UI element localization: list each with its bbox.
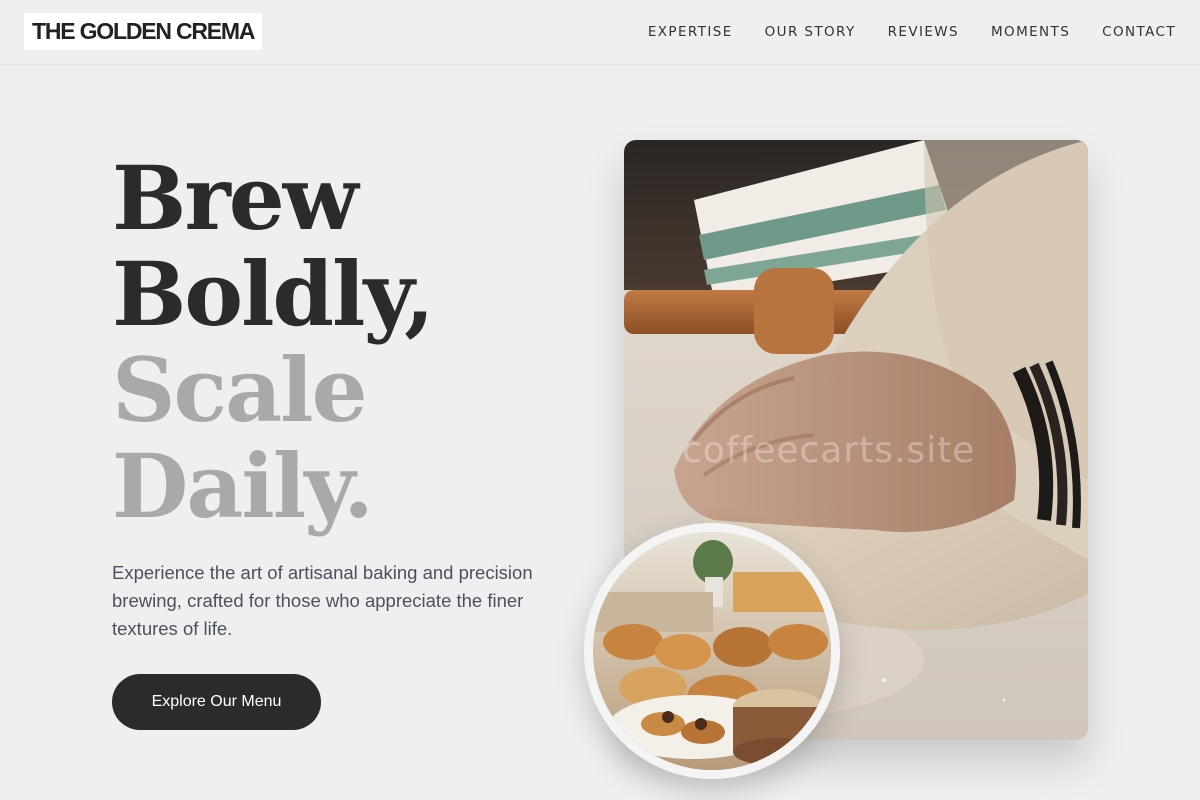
explore-menu-button[interactable]: Explore Our Menu [112,674,321,730]
main-nav: EXPERTISE OUR STORY REVIEWS MOMENTS CONT… [648,22,1176,42]
brand-logo[interactable]: THE GOLDEN CREMA [24,13,263,50]
pastry-display-photo [584,523,840,779]
nav-item-moments[interactable]: MOMENTS [991,22,1070,42]
watermark: coffeecarts.site [682,430,976,471]
hero-headline: Brew Boldly, Scale Daily. [112,146,435,538]
headline-line-scale: Scale [112,338,368,442]
nav-item-expertise[interactable]: EXPERTISE [648,22,733,42]
nav-item-reviews[interactable]: REVIEWS [888,22,959,42]
headline-line-brew: Brew [112,146,358,250]
nav-item-contact[interactable]: CONTACT [1102,22,1176,42]
nav-item-our-story[interactable]: OUR STORY [765,22,856,42]
headline-line-daily: Daily. [112,434,374,538]
hero-description: Experience the art of artisanal baking a… [112,562,533,639]
headline-line-boldly: Boldly, [112,242,435,346]
site-header: THE GOLDEN CREMA EXPERTISE OUR STORY REV… [0,0,1200,65]
